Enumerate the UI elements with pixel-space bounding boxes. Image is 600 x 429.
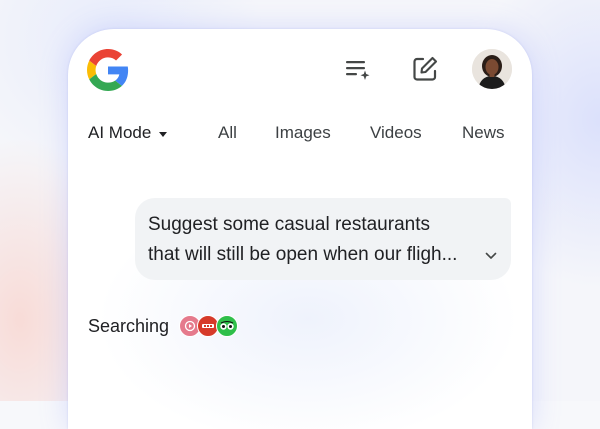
search-history-icon[interactable] [343, 54, 373, 84]
source-icon-tripadvisor [216, 315, 239, 337]
top-bar [68, 29, 532, 109]
caret-down-icon [159, 131, 168, 137]
searching-status: Searching [88, 315, 241, 337]
query-line-2: that will still be open when our fligh..… [148, 244, 458, 265]
tab-all[interactable]: All [218, 123, 237, 143]
google-g-icon[interactable] [87, 49, 129, 91]
query-line-1: Suggest some casual restaurants [148, 214, 430, 235]
user-avatar[interactable] [472, 49, 512, 89]
search-tabs: AI Mode All Images Videos News [68, 117, 532, 151]
phone-frame: AI Mode All Images Videos News Suggest s… [68, 29, 532, 429]
searching-label: Searching [88, 315, 170, 336]
chevron-down-icon[interactable] [485, 252, 497, 260]
source-icons [179, 315, 241, 337]
tab-images[interactable]: Images [275, 123, 331, 143]
tab-ai-mode[interactable]: AI Mode [88, 123, 168, 143]
user-query-bubble[interactable]: Suggest some casual restaurants that wil… [135, 198, 511, 280]
new-chat-edit-icon[interactable] [410, 54, 440, 84]
tab-videos[interactable]: Videos [370, 123, 422, 143]
tab-news[interactable]: News [462, 123, 505, 143]
tab-label: AI Mode [88, 123, 152, 142]
